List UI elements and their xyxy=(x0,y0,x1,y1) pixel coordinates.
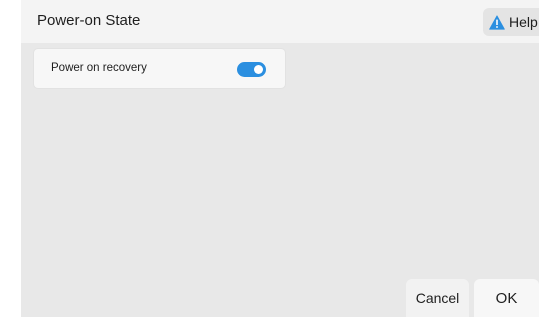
help-label: Help xyxy=(509,14,538,30)
warning-triangle-icon xyxy=(489,14,505,30)
setting-card-power-on-recovery: Power on recovery xyxy=(34,49,285,88)
cancel-button[interactable]: Cancel xyxy=(406,279,469,317)
power-on-recovery-label: Power on recovery xyxy=(51,62,147,74)
power-on-recovery-toggle[interactable] xyxy=(237,62,266,77)
dialog-window: Power-on State Help Power on recovery Ca… xyxy=(21,0,539,317)
ok-button[interactable]: OK xyxy=(474,279,539,317)
title-bar: Power-on State Help xyxy=(21,0,539,43)
dialog-title: Power-on State xyxy=(37,12,141,29)
toggle-knob xyxy=(254,65,263,74)
help-button[interactable]: Help xyxy=(483,8,539,36)
